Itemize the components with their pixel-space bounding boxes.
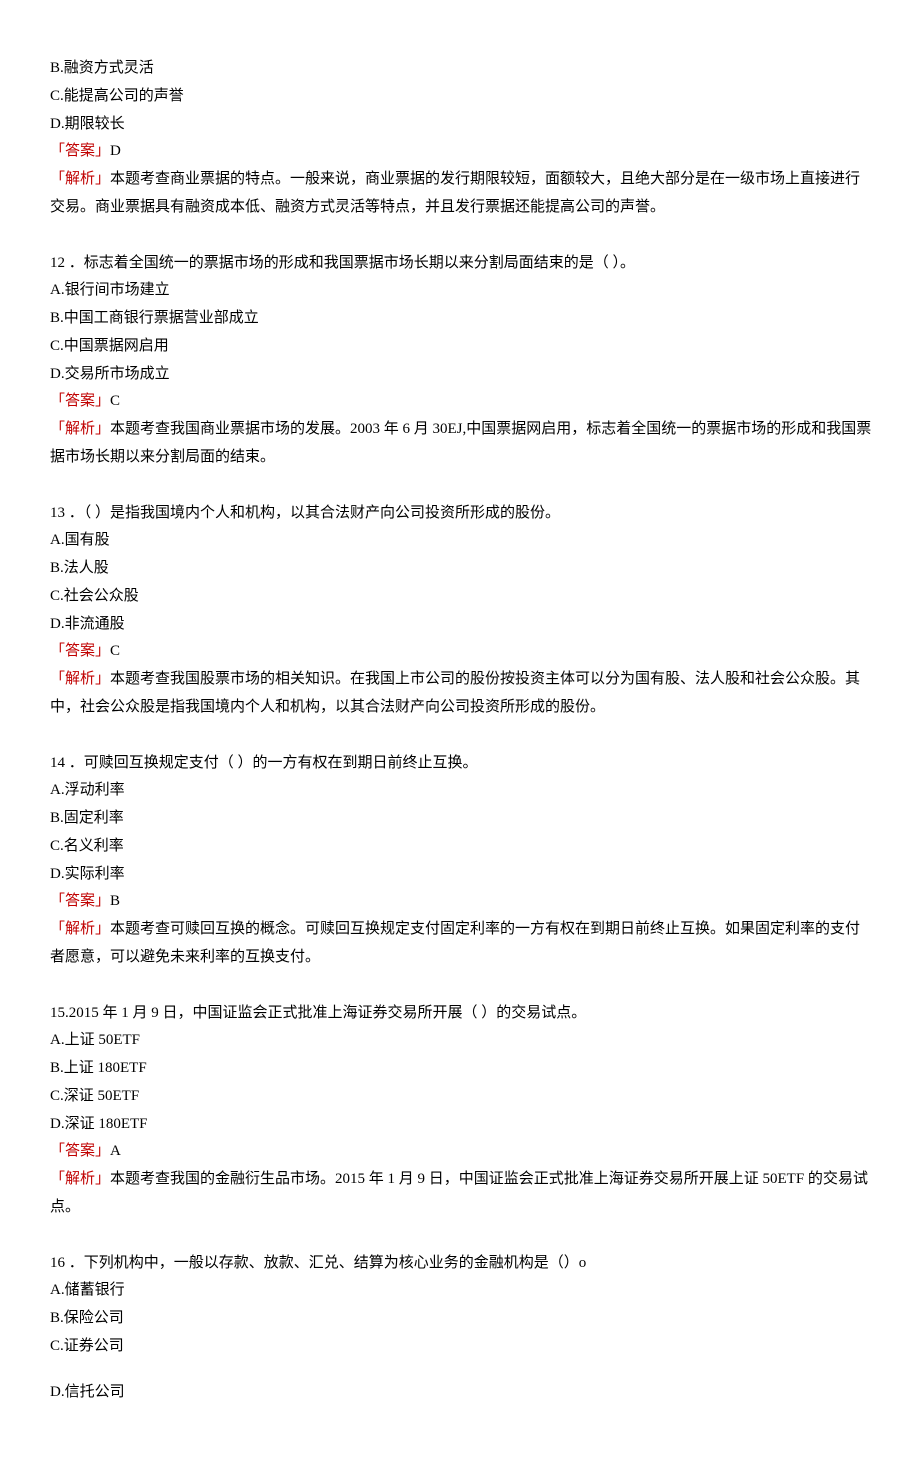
question-stem: 15.2015 年 1 月 9 日，中国证监会正式批准上海证券交易所开展（ ）的… [50, 1000, 875, 1028]
answer-line: 「答案」C [50, 638, 875, 666]
question-12: 12 ．标志着全国统一的票据市场的形成和我国票据市场长期以来分割局面结束的是（ … [50, 250, 875, 472]
question-11-fragment: B.融资方式灵活 C.能提高公司的声誉 D.期限较长 「答案」D 「解析」本题考… [50, 55, 875, 222]
answer-value: A [110, 1143, 121, 1159]
answer-value: D [110, 143, 121, 159]
question-15: 15.2015 年 1 月 9 日，中国证监会正式批准上海证券交易所开展（ ）的… [50, 1000, 875, 1222]
option-c: C.名义利率 [50, 833, 875, 861]
question-16: 16 ．下列机构中，一般以存款、放款、汇兑、结算为核心业务的金融机构是（）o A… [50, 1250, 875, 1407]
option-d: D.交易所市场成立 [50, 361, 875, 389]
option-a: A.银行间市场建立 [50, 277, 875, 305]
option-b: B.上证 180ETF [50, 1055, 875, 1083]
answer-line: 「答案」C [50, 388, 875, 416]
answer-value: C [110, 643, 120, 659]
explain-text: 本题考查可赎回互换的概念。可赎回互换规定支付固定利率的一方有权在到期日前终止互换… [50, 921, 860, 965]
option-b: B.融资方式灵活 [50, 55, 875, 83]
option-c: C.证券公司 [50, 1333, 875, 1361]
option-b: B.中国工商银行票据营业部成立 [50, 305, 875, 333]
explain-label: 「解析」 [50, 421, 110, 437]
explain-label: 「解析」 [50, 171, 110, 187]
answer-label: 「答案」 [50, 893, 110, 909]
option-c: C.能提高公司的声誉 [50, 83, 875, 111]
question-stem: 12 ．标志着全国统一的票据市场的形成和我国票据市场长期以来分割局面结束的是（ … [50, 250, 875, 278]
question-14: 14 ．可赎回互换规定支付（ ）的一方有权在到期日前终止互换。 A.浮动利率 B… [50, 750, 875, 972]
option-c: C.社会公众股 [50, 583, 875, 611]
answer-line: 「答案」D [50, 138, 875, 166]
spacer [50, 1361, 875, 1379]
explain-label: 「解析」 [50, 671, 110, 687]
question-stem: 16 ．下列机构中，一般以存款、放款、汇兑、结算为核心业务的金融机构是（）o [50, 1250, 875, 1278]
explain-line: 「解析」本题考查商业票据的特点。一般来说，商业票据的发行期限较短，面额较大，且绝… [50, 166, 875, 222]
answer-line: 「答案」B [50, 888, 875, 916]
answer-label: 「答案」 [50, 643, 110, 659]
option-d: D.信托公司 [50, 1379, 875, 1407]
option-b: B.法人股 [50, 555, 875, 583]
answer-label: 「答案」 [50, 143, 110, 159]
option-d: D.实际利率 [50, 861, 875, 889]
option-b: B.保险公司 [50, 1305, 875, 1333]
option-c: C.中国票据网启用 [50, 333, 875, 361]
option-b: B.固定利率 [50, 805, 875, 833]
explain-text: 本题考查商业票据的特点。一般来说，商业票据的发行期限较短，面额较大，且绝大部分是… [50, 171, 860, 215]
option-d: D.期限较长 [50, 111, 875, 139]
explain-text: 本题考查我国的金融衍生品市场。2015 年 1 月 9 日，中国证监会正式批准上… [50, 1171, 868, 1215]
explain-text: 本题考查我国股票市场的相关知识。在我国上市公司的股份按投资主体可以分为国有股、法… [50, 671, 860, 715]
option-a: A.浮动利率 [50, 777, 875, 805]
option-a: A.国有股 [50, 527, 875, 555]
answer-value: B [110, 893, 120, 909]
explain-line: 「解析」本题考查可赎回互换的概念。可赎回互换规定支付固定利率的一方有权在到期日前… [50, 916, 875, 972]
explain-line: 「解析」本题考查我国商业票据市场的发展。2003 年 6 月 30EJ,中国票据… [50, 416, 875, 472]
question-stem: 13 ．（ ）是指我国境内个人和机构，以其合法财产向公司投资所形成的股份。 [50, 500, 875, 528]
option-c: C.深证 50ETF [50, 1083, 875, 1111]
answer-value: C [110, 393, 120, 409]
option-d: D.非流通股 [50, 611, 875, 639]
explain-text: 本题考查我国商业票据市场的发展。2003 年 6 月 30EJ,中国票据网启用，… [50, 421, 871, 465]
question-stem: 14 ．可赎回互换规定支付（ ）的一方有权在到期日前终止互换。 [50, 750, 875, 778]
explain-line: 「解析」本题考查我国的金融衍生品市场。2015 年 1 月 9 日，中国证监会正… [50, 1166, 875, 1222]
answer-label: 「答案」 [50, 393, 110, 409]
answer-label: 「答案」 [50, 1143, 110, 1159]
option-a: A.上证 50ETF [50, 1027, 875, 1055]
option-d: D.深证 180ETF [50, 1111, 875, 1139]
explain-label: 「解析」 [50, 921, 110, 937]
explain-line: 「解析」本题考查我国股票市场的相关知识。在我国上市公司的股份按投资主体可以分为国… [50, 666, 875, 722]
explain-label: 「解析」 [50, 1171, 110, 1187]
answer-line: 「答案」A [50, 1138, 875, 1166]
question-13: 13 ．（ ）是指我国境内个人和机构，以其合法财产向公司投资所形成的股份。 A.… [50, 500, 875, 722]
